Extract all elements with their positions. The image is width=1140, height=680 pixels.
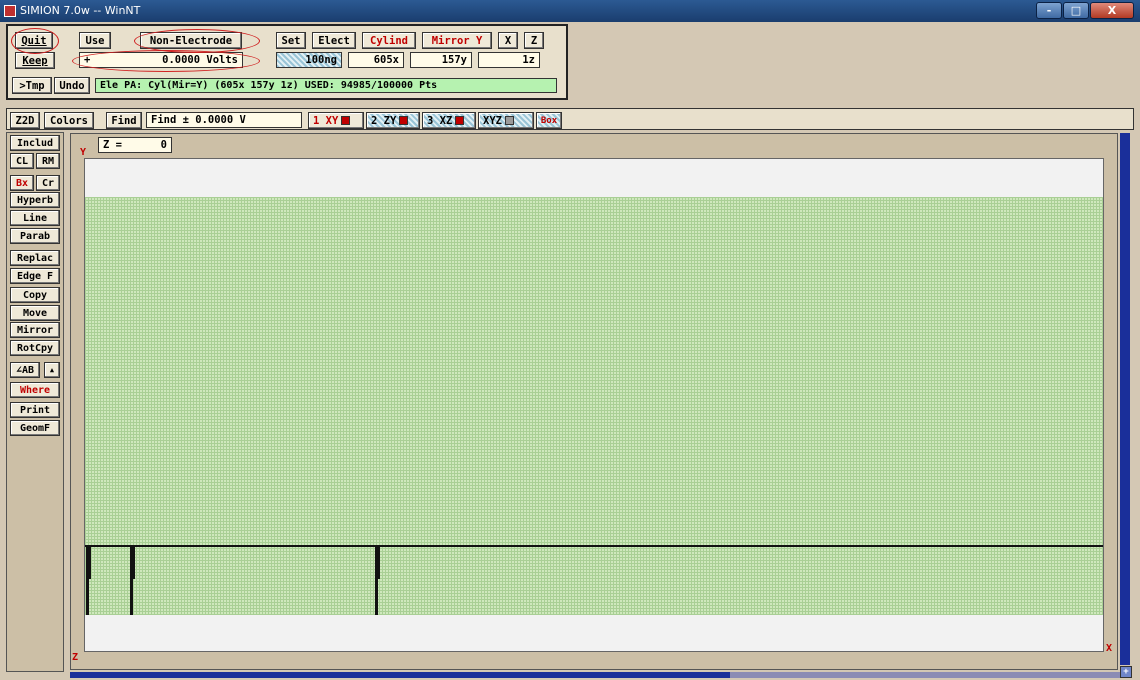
title-bar: SIMION 7.0w -- WinNT - □ X (0, 0, 1140, 22)
z-slice-field[interactable]: Z = 0 (98, 137, 172, 153)
scroll-up-button[interactable]: ▲ (44, 362, 60, 378)
z-slice-value: 0 (160, 139, 167, 151)
parab-button[interactable]: Parab (10, 228, 60, 244)
z-axis-label: Z (72, 652, 79, 663)
cylind-button[interactable]: Cylind (362, 32, 416, 49)
ng-field[interactable]: 100ng (276, 52, 342, 68)
keep-button[interactable]: Keep (15, 52, 55, 69)
line-button[interactable]: Line (10, 210, 60, 226)
rm-button[interactable]: RM (36, 153, 60, 169)
bx-button[interactable]: Bx (10, 175, 34, 191)
edge-f-button[interactable]: Edge F (10, 268, 60, 284)
replac-button[interactable]: Replac (10, 250, 60, 266)
nx-field[interactable]: 605x (348, 52, 404, 68)
app-icon (4, 5, 16, 17)
scroll-corner-icon[interactable]: + (1120, 666, 1132, 678)
maximize-button[interactable]: □ (1063, 2, 1089, 19)
angle-ab-button[interactable]: ∠AB (10, 362, 40, 378)
y-axis-label: Y (80, 147, 87, 158)
move-button[interactable]: Move (10, 305, 60, 321)
quit-button[interactable]: Quit (15, 32, 53, 49)
find-button[interactable]: Find (106, 112, 142, 129)
ny-field[interactable]: 157y (410, 52, 472, 68)
copy-button[interactable]: Copy (10, 287, 60, 303)
potential-array-grid (85, 197, 1103, 615)
x-button[interactable]: X (498, 32, 518, 49)
pa-canvas[interactable] (84, 158, 1104, 652)
find-field[interactable]: Find ± 0.0000 V (146, 112, 302, 128)
print-button[interactable]: Print (10, 402, 60, 418)
mirror-y-button[interactable]: Mirror Y (422, 32, 492, 49)
voltage-field[interactable]: + 0.0000 Volts (79, 52, 243, 68)
tmp-button[interactable]: >Tmp (12, 77, 52, 94)
z2d-button[interactable]: Z2D (10, 112, 40, 129)
box-button[interactable]: Box (536, 112, 562, 129)
cr-button[interactable]: Cr (36, 175, 60, 191)
colors-button[interactable]: Colors (44, 112, 94, 129)
window-title: SIMION 7.0w -- WinNT (20, 4, 141, 17)
voltage-value: 0.0000 Volts (162, 54, 238, 66)
nz-field[interactable]: 1z (478, 52, 540, 68)
z-slice-label: Z = (103, 139, 122, 151)
view-xy-button[interactable]: 1 XY (308, 112, 364, 129)
elect-button[interactable]: Elect (312, 32, 356, 49)
horizontal-scroll-thumb[interactable] (70, 672, 730, 678)
pa-status-bar: Ele PA: Cyl(Mir=Y) (605x 157y 1z) USED: … (95, 78, 557, 93)
where-button[interactable]: Where (10, 382, 60, 398)
close-button[interactable]: X (1090, 2, 1134, 19)
x-axis-label: X (1106, 643, 1113, 654)
hyperb-button[interactable]: Hyperb (10, 192, 60, 208)
cl-button[interactable]: CL (10, 153, 34, 169)
mirror-button[interactable]: Mirror (10, 322, 60, 338)
electrode-edge-2-thick (130, 545, 135, 579)
minimize-button[interactable]: - (1036, 2, 1062, 19)
view-xz-button[interactable]: 3 XZ (422, 112, 476, 129)
electrode-boundary-line (85, 545, 1103, 547)
set-button[interactable]: Set (276, 32, 306, 49)
electrode-edge-3-thick (375, 545, 380, 579)
view-zy-button[interactable]: 2 ZY (366, 112, 420, 129)
z-button[interactable]: Z (524, 32, 544, 49)
electrode-edge-1-thick (86, 545, 91, 579)
use-button[interactable]: Use (79, 32, 111, 49)
view-xyz-button[interactable]: XYZ (478, 112, 534, 129)
horizontal-scrollbar[interactable] (70, 672, 1120, 678)
electrode-mode-button[interactable]: Non-Electrode (140, 32, 242, 49)
geomf-button[interactable]: GeomF (10, 420, 60, 436)
vertical-scrollbar[interactable] (1120, 133, 1130, 665)
rotcpy-button[interactable]: RotCpy (10, 340, 60, 356)
voltage-sign: + (84, 54, 91, 66)
includ-button[interactable]: Includ (10, 135, 60, 151)
undo-button[interactable]: Undo (54, 77, 90, 94)
